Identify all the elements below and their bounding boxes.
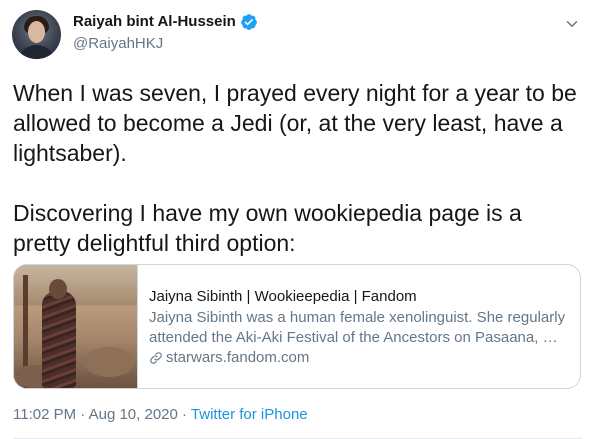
- tweet-date[interactable]: Aug 10, 2020: [89, 406, 178, 423]
- card-domain-row: starwars.fandom.com: [149, 348, 569, 368]
- card-description: Jaiyna Sibinth was a human female xenoli…: [149, 309, 566, 346]
- author-name-row: Raiyah bint Al-Hussein: [73, 12, 258, 31]
- avatar-shoulders: [18, 45, 55, 59]
- avatar[interactable]: [12, 10, 61, 59]
- verified-badge-icon: [240, 13, 257, 30]
- thumbnail-sky: [14, 265, 137, 305]
- thumbnail-rock: [84, 347, 134, 377]
- card-domain: starwars.fandom.com: [166, 349, 310, 366]
- card-thumbnail-image: [14, 265, 138, 388]
- tweet-paragraph: When I was seven, I prayed every night f…: [13, 80, 577, 166]
- card-title: Jaiyna Sibinth | Wookieepedia | Fandom: [149, 288, 417, 305]
- chevron-down-icon[interactable]: [563, 15, 581, 33]
- link-preview-card[interactable]: Jaiyna Sibinth | Wookieepedia | Fandom J…: [13, 264, 581, 389]
- thumbnail-figure-head: [49, 279, 67, 299]
- tweet-meta: 11:02 PM · Aug 10, 2020 · Twitter for iP…: [13, 405, 308, 424]
- tweet-text: When I was seven, I prayed every night f…: [13, 78, 585, 258]
- author-handle[interactable]: @RaiyahHKJ: [73, 34, 163, 53]
- card-body: Jaiyna Sibinth | Wookieepedia | Fandom J…: [149, 287, 569, 368]
- meta-separator: ·: [76, 406, 89, 423]
- author-display-name[interactable]: Raiyah bint Al-Hussein: [73, 12, 236, 31]
- meta-separator: ·: [177, 406, 191, 423]
- link-icon: [150, 352, 162, 364]
- avatar-face: [28, 21, 45, 43]
- thumbnail-figure: [42, 291, 76, 388]
- tweet-paragraph: Discovering I have my own wookiepedia pa…: [13, 200, 522, 256]
- tweet: Raiyah bint Al-Hussein @RaiyahHKJ When I…: [0, 0, 596, 439]
- tweet-time[interactable]: 11:02 PM: [13, 406, 76, 423]
- tweet-source-link[interactable]: Twitter for iPhone: [191, 406, 308, 423]
